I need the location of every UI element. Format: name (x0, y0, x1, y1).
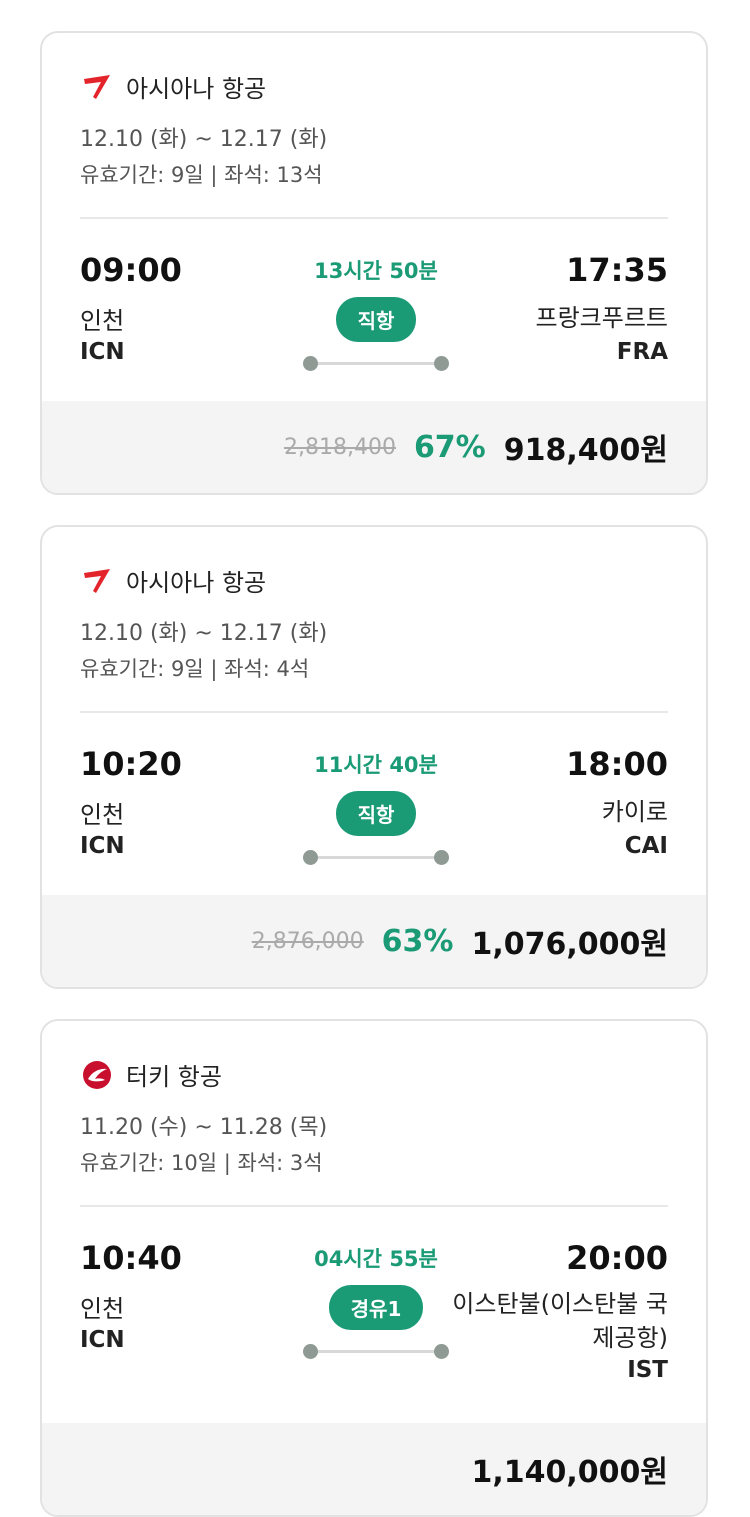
validity-seats: 유효기간: 9일 | 좌석: 4석 (80, 657, 310, 681)
departure-time: 09:00 (80, 251, 182, 289)
validity-seats: 유효기간: 9일 | 좌석: 13석 (80, 163, 323, 187)
arrival-time: 18:00 (566, 745, 668, 783)
airline-row: 아시아나 항공 (80, 69, 266, 104)
flight-duration: 13시간 50분 (314, 259, 438, 283)
destination-dot (434, 1344, 449, 1359)
arrival-code: FRA (616, 339, 668, 365)
flight-duration: 11시간 40분 (314, 753, 438, 777)
departure-time: 10:20 (80, 745, 182, 783)
price-bar: 2,818,400 67% 918,400원 (42, 401, 706, 493)
origin-dot (303, 356, 318, 371)
asiana-logo-icon (80, 70, 114, 104)
airline-row: 아시아나 항공 (80, 563, 266, 598)
flight-card[interactable]: 터키 항공 11.20 (수) ~ 11.28 (목) 유효기간: 10일 | … (40, 1019, 708, 1517)
route-line (303, 1344, 449, 1359)
asiana-logo-icon (80, 564, 114, 598)
departure-city: 인천 (80, 801, 125, 829)
arrival-city: 카이로 (601, 798, 668, 826)
departure-city: 인천 (80, 307, 125, 335)
discount-rate: 63% (381, 923, 454, 959)
flight-duration: 04시간 55분 (314, 1247, 438, 1271)
departure-city: 인천 (80, 1295, 125, 1323)
arrival-city: 이스탄불(이스탄불 국제공항) (452, 1290, 668, 1352)
origin-dot (303, 1344, 318, 1359)
departure-time: 10:40 (80, 1239, 182, 1277)
travel-dates: 12.10 (화) ~ 12.17 (화) (80, 621, 328, 646)
arrival-time: 20:00 (566, 1239, 668, 1277)
arrival-code: IST (627, 1357, 668, 1383)
airline-name: 아시아나 항공 (126, 75, 267, 103)
flight-route: 11시간 40분 직항 (296, 749, 456, 865)
flight-card[interactable]: 아시아나 항공 12.10 (화) ~ 12.17 (화) 유효기간: 9일 |… (40, 525, 708, 989)
route-line (303, 850, 449, 865)
original-price: 2,818,400 (283, 434, 396, 460)
airline-name: 터키 항공 (126, 1063, 222, 1091)
airline-row: 터키 항공 (80, 1057, 222, 1092)
turkish-airlines-logo-icon (80, 1058, 114, 1092)
stop-badge: 직항 (335, 791, 417, 836)
route-line (303, 356, 449, 371)
discount-rate: 67% (413, 429, 486, 465)
arrival-code: CAI (624, 833, 668, 859)
stop-badge: 경유1 (328, 1285, 424, 1330)
stop-badge: 직항 (335, 297, 417, 342)
origin-dot (303, 850, 318, 865)
price-bar: 2,876,000 63% 1,076,000원 (42, 895, 706, 987)
departure-code: ICN (80, 833, 125, 859)
arrival-time: 17:35 (566, 251, 668, 289)
flight-card[interactable]: 아시아나 항공 12.10 (화) ~ 12.17 (화) 유효기간: 9일 |… (40, 31, 708, 495)
divider (80, 217, 668, 219)
price-bar: 1,140,000원 (42, 1423, 706, 1515)
travel-dates: 11.20 (수) ~ 11.28 (목) (80, 1115, 328, 1140)
flight-list: 아시아나 항공 12.10 (화) ~ 12.17 (화) 유효기간: 9일 |… (0, 0, 750, 1517)
departure-code: ICN (80, 1327, 125, 1353)
divider (80, 1205, 668, 1207)
original-price: 2,876,000 (251, 928, 364, 954)
divider (80, 711, 668, 713)
flight-route: 04시간 55분 경유1 (296, 1243, 456, 1359)
final-price: 1,076,000원 (471, 927, 668, 962)
final-price: 1,140,000원 (471, 1455, 668, 1490)
arrival-city: 프랑크푸르트 (535, 304, 668, 332)
validity-seats: 유효기간: 10일 | 좌석: 3석 (80, 1151, 323, 1175)
destination-dot (434, 850, 449, 865)
flight-route: 13시간 50분 직항 (296, 255, 456, 371)
airline-name: 아시아나 항공 (126, 569, 267, 597)
travel-dates: 12.10 (화) ~ 12.17 (화) (80, 127, 328, 152)
departure-code: ICN (80, 339, 125, 365)
final-price: 918,400원 (503, 433, 668, 468)
destination-dot (434, 356, 449, 371)
